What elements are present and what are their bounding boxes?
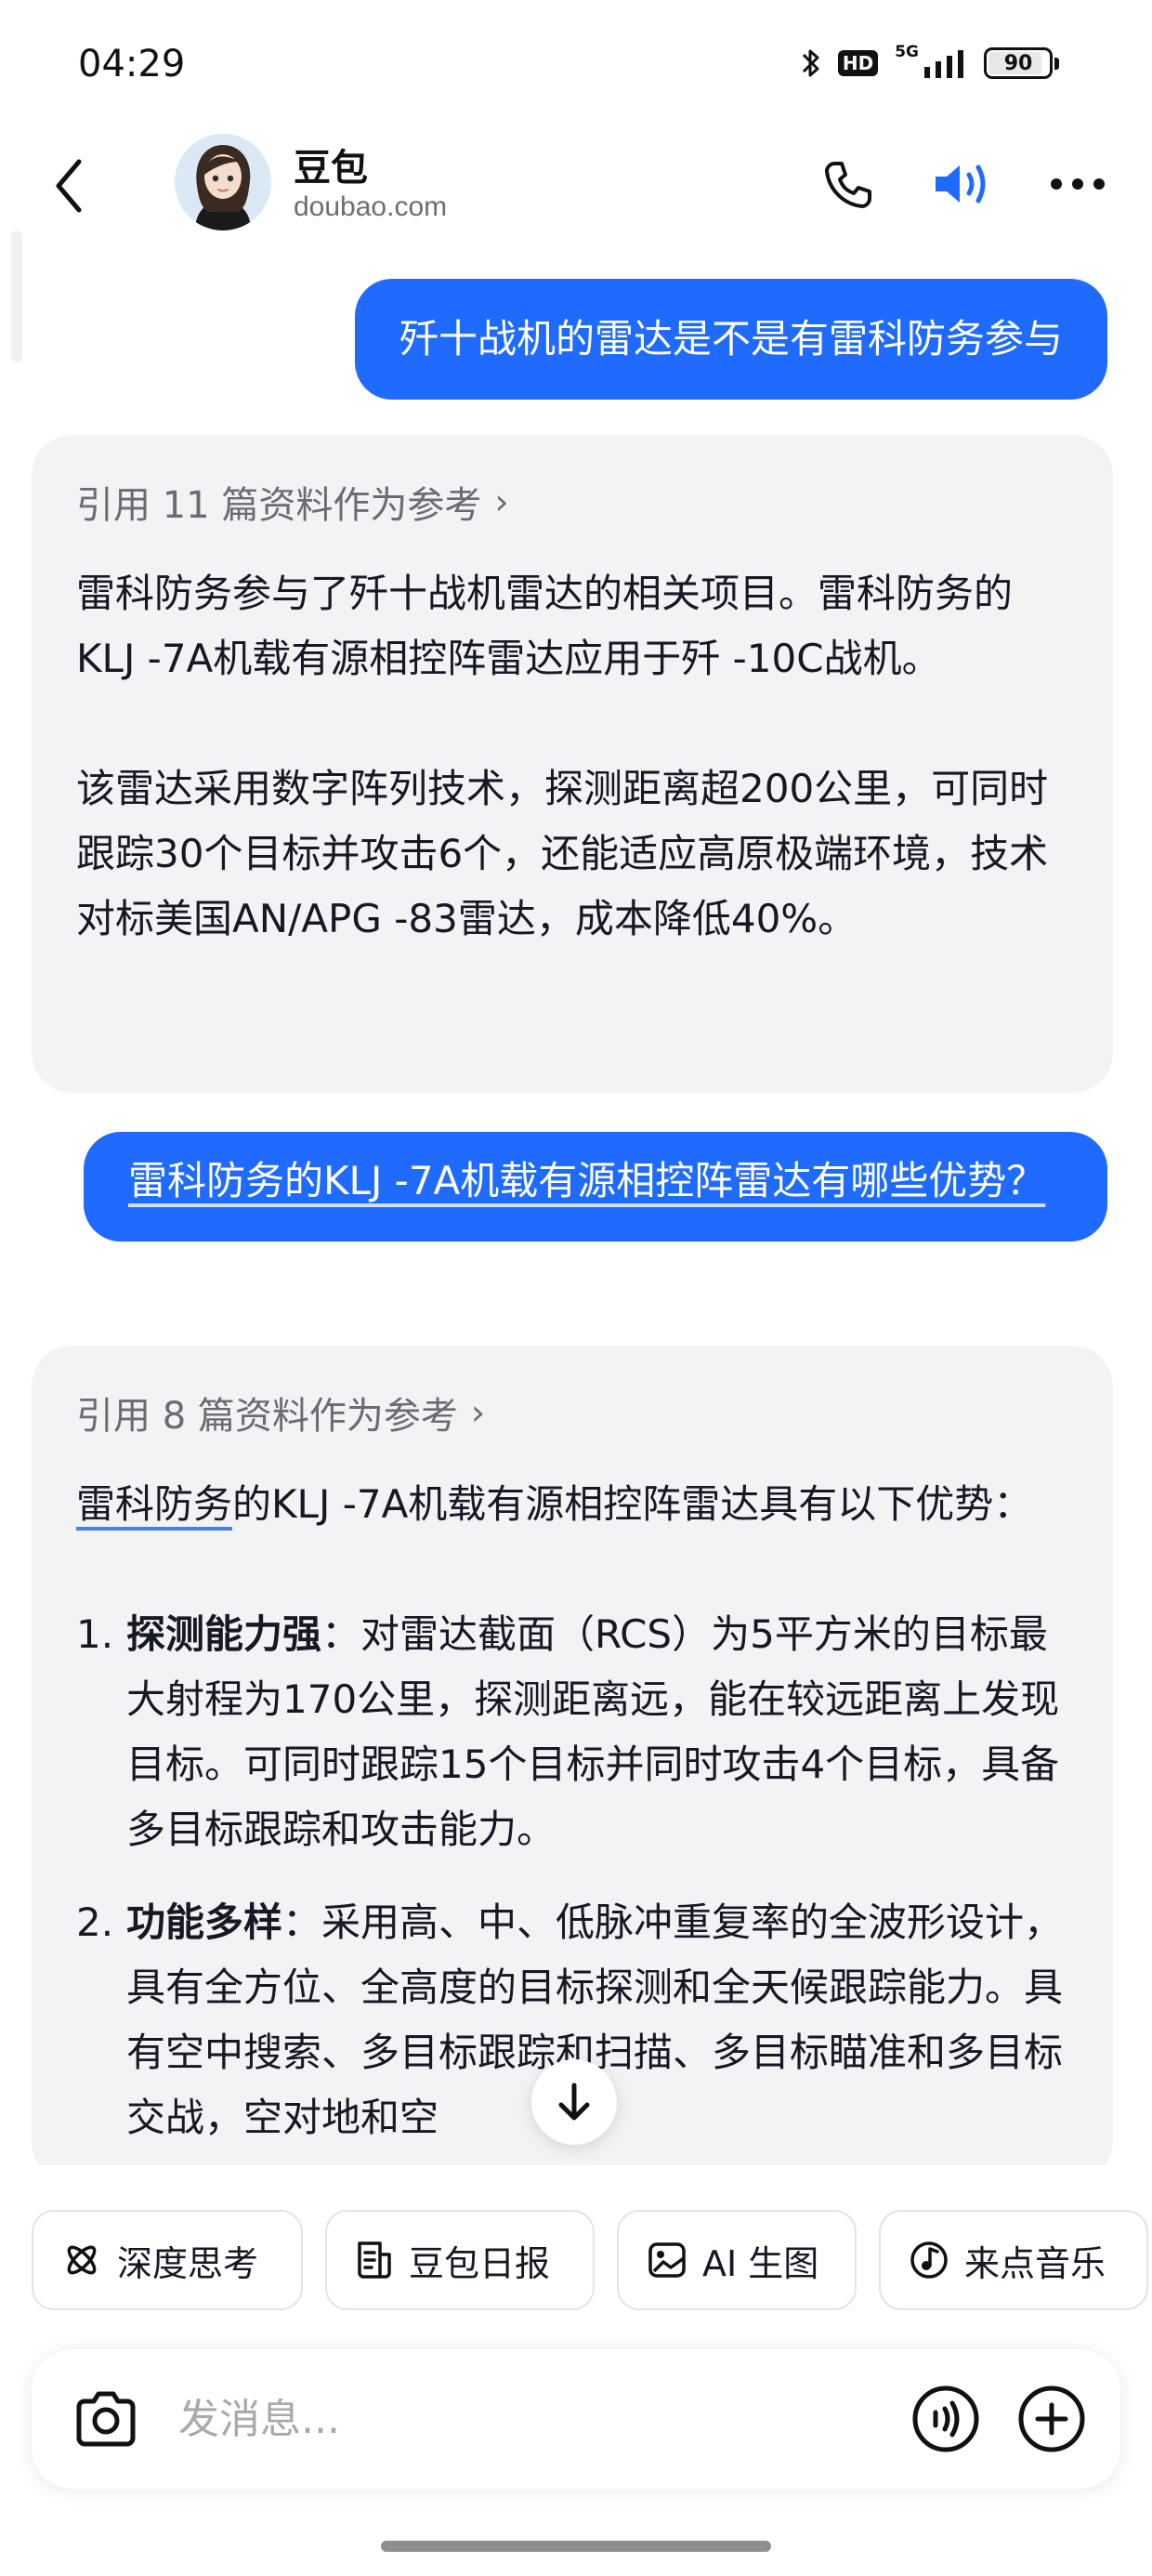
list-item: 1. 探测能力强：对雷达截面（RCS）为5平方米的目标最大射程为170公里，探测… [76, 1602, 1068, 1862]
arrow-down-icon [558, 2083, 590, 2121]
camera-icon [76, 2391, 136, 2447]
bluetooth-icon [801, 46, 821, 80]
voice-call-button[interactable] [909, 2382, 983, 2456]
speaker-button[interactable] [929, 151, 996, 217]
chip-label: AI 生图 [702, 2242, 819, 2284]
status-time: 04:29 [78, 43, 186, 85]
voice-wave-icon [912, 2385, 979, 2452]
bot-message[interactable]: 引用 11 篇资料作为参考 › 雷科防务参与了歼十战机雷达的相关项目。雷科防务的… [32, 435, 1113, 1093]
bot-name: 豆包 [294, 147, 368, 190]
battery-icon: 90 [984, 47, 1059, 79]
chip-label: 豆包日报 [409, 2242, 551, 2284]
home-indicator[interactable] [381, 2541, 771, 2552]
chip-ai-image[interactable]: AI 生图 [617, 2210, 857, 2310]
bot-paragraph: 该雷达采用数字阵列技术，探测距离超200公里，可同时跟踪30个目标并攻击6个，还… [76, 766, 1049, 941]
phone-button[interactable] [814, 151, 881, 217]
references-label: 引用 8 篇资料作为参考 [76, 1395, 458, 1438]
newspaper-icon [358, 2241, 391, 2279]
bot-message-text: 雷科防务参与了歼十战机雷达的相关项目。雷科防务的KLJ -7A机载有源相控阵雷达… [76, 561, 1068, 952]
company-link[interactable]: 雷科防务 [76, 1481, 232, 1527]
list-number: 2. [76, 1899, 114, 1945]
user-message[interactable]: 雷科防务的KLJ -7A机载有源相控阵雷达有哪些优势？ [84, 1132, 1107, 1242]
phone-icon [825, 162, 871, 208]
plus-icon [1018, 2385, 1085, 2452]
chat-header: 豆包 doubao.com [0, 130, 1152, 242]
chevron-right-icon: › [470, 1392, 486, 1433]
message-input[interactable] [178, 2386, 847, 2451]
back-button[interactable] [41, 149, 97, 223]
references-link[interactable]: 引用 8 篇资料作为参考 › [76, 1346, 1068, 1448]
atom-icon [67, 2245, 97, 2275]
chip-daily-report[interactable]: 豆包日报 [325, 2210, 595, 2310]
user-message[interactable]: 歼十战机的雷达是不是有雷科防务参与 [354, 279, 1107, 400]
references-label: 引用 11 篇资料作为参考 [76, 484, 482, 527]
battery-text: 90 [1003, 51, 1033, 75]
status-icons: HD 5G 90 [801, 43, 1059, 80]
chip-label: 来点音乐 [964, 2242, 1106, 2284]
image-icon [648, 2242, 686, 2278]
music-icon [910, 2241, 948, 2279]
user-message-text: 雷科防务的KLJ -7A机载有源相控阵雷达有哪些优势？ [128, 1158, 1046, 1203]
bot-paragraph: 雷科防务参与了歼十战机雷达的相关项目。雷科防务的KLJ -7A机载有源相控阵雷达… [76, 571, 1014, 681]
network-label: 5G [895, 43, 919, 61]
scroll-to-bottom-button[interactable] [531, 2059, 617, 2145]
list-item-title: 功能多样 [126, 1899, 283, 1945]
chip-label: 深度思考 [117, 2242, 259, 2284]
speaker-icon [936, 164, 986, 204]
bot-intro-text: 的KLJ -7A机载有源相控阵雷达具有以下优势： [232, 1481, 1033, 1527]
message-composer [32, 2349, 1120, 2489]
more-icon [1051, 178, 1105, 190]
add-button[interactable] [1015, 2382, 1089, 2456]
avatar[interactable] [175, 134, 271, 230]
bot-intro: 雷科防务的KLJ -7A机载有源相控阵雷达具有以下优势： [76, 1472, 1068, 1537]
status-bar: 04:29 HD 5G 90 [0, 0, 1152, 139]
list-item-title: 探测能力强 [126, 1611, 322, 1657]
camera-button[interactable] [69, 2382, 143, 2456]
signal-icon [923, 48, 967, 78]
chip-music[interactable]: 来点音乐 [879, 2210, 1148, 2310]
chat-area[interactable]: 歼十战机的雷达是不是有雷科防务参与 引用 11 篇资料作为参考 › 雷科防务参与… [0, 269, 1152, 2165]
references-link[interactable]: 引用 11 篇资料作为参考 › [76, 435, 1068, 537]
header-actions [814, 151, 1111, 217]
chevron-right-icon: › [494, 481, 509, 522]
quick-actions: 深度思考 豆包日报 AI 生图 来点音乐 [32, 2210, 1148, 2310]
hd-icon: HD [837, 50, 879, 76]
more-button[interactable] [1044, 151, 1111, 217]
avatar-illustration [175, 134, 271, 230]
bot-domain: doubao.com [294, 191, 448, 222]
bot-message-text: 雷科防务的KLJ -7A机载有源相控阵雷达具有以下优势： 1. 探测能力强：对雷… [76, 1472, 1068, 2150]
list-number: 1. [76, 1611, 114, 1657]
chip-deep-thinking[interactable]: 深度思考 [32, 2210, 303, 2310]
bot-message[interactable]: 引用 8 篇资料作为参考 › 雷科防务的KLJ -7A机载有源相控阵雷达具有以下… [32, 1346, 1113, 2165]
chevron-left-icon [56, 159, 82, 213]
